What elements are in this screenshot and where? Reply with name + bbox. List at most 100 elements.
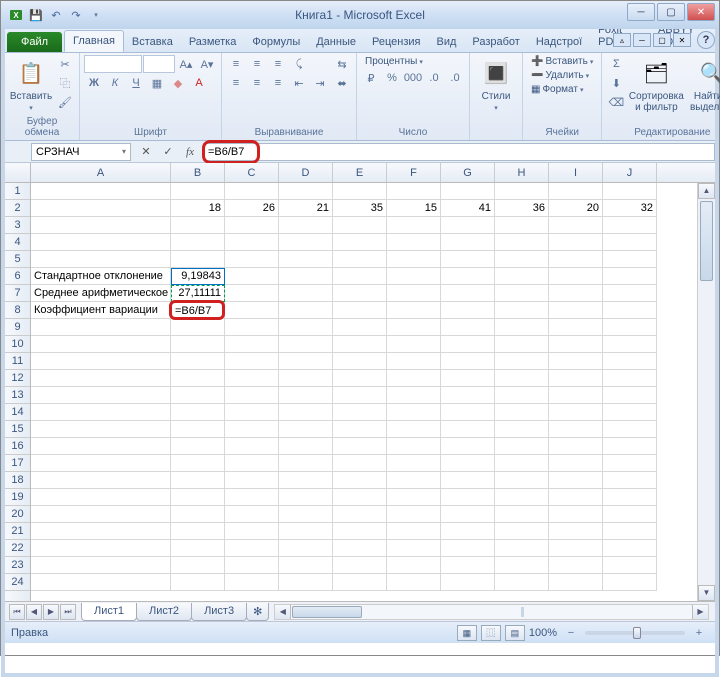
comma-icon[interactable]: 000 xyxy=(403,69,423,87)
tab-developer[interactable]: Разработ xyxy=(464,32,527,52)
row-header-8[interactable]: 8 xyxy=(5,302,30,319)
cell[interactable]: 15 xyxy=(387,200,441,217)
cell[interactable] xyxy=(333,183,387,200)
cell[interactable] xyxy=(549,523,603,540)
row-header-22[interactable]: 22 xyxy=(5,540,30,557)
row-header-14[interactable]: 14 xyxy=(5,404,30,421)
cell[interactable] xyxy=(171,370,225,387)
cell[interactable]: 21 xyxy=(279,200,333,217)
cell[interactable] xyxy=(495,506,549,523)
col-header-J[interactable]: J xyxy=(603,163,657,182)
underline-button[interactable]: Ч xyxy=(126,74,146,92)
cell[interactable] xyxy=(333,319,387,336)
fill-color-icon[interactable]: ◆ xyxy=(168,74,188,92)
cell[interactable] xyxy=(387,370,441,387)
paste-button[interactable]: 📋 Вставить ▾ xyxy=(9,55,53,114)
next-sheet-icon[interactable]: ▶ xyxy=(43,604,59,620)
cell[interactable] xyxy=(603,353,657,370)
cell[interactable] xyxy=(171,438,225,455)
cell[interactable]: 35 xyxy=(333,200,387,217)
cell[interactable] xyxy=(441,557,495,574)
cell[interactable] xyxy=(441,421,495,438)
fx-icon[interactable]: fx xyxy=(181,143,199,161)
cell[interactable] xyxy=(387,268,441,285)
cell[interactable] xyxy=(333,557,387,574)
cell[interactable] xyxy=(171,574,225,591)
cell[interactable] xyxy=(495,540,549,557)
cell[interactable] xyxy=(279,489,333,506)
cell[interactable]: Коэффициент вариации xyxy=(31,302,171,319)
cell[interactable] xyxy=(279,438,333,455)
cell[interactable] xyxy=(225,302,279,319)
cell[interactable] xyxy=(549,574,603,591)
cell[interactable] xyxy=(225,506,279,523)
cell[interactable] xyxy=(171,404,225,421)
cell[interactable] xyxy=(603,336,657,353)
cell[interactable] xyxy=(549,217,603,234)
cell[interactable] xyxy=(225,489,279,506)
cell[interactable] xyxy=(333,336,387,353)
cell[interactable] xyxy=(279,421,333,438)
tab-home[interactable]: Главная xyxy=(64,30,124,52)
cell[interactable] xyxy=(549,319,603,336)
name-box[interactable]: СРЗНАЧ ▾ xyxy=(31,143,131,161)
formula-input[interactable]: =B6/B7 xyxy=(203,143,715,161)
cell[interactable] xyxy=(31,251,171,268)
cell[interactable] xyxy=(387,421,441,438)
cell[interactable] xyxy=(603,387,657,404)
zoom-thumb[interactable] xyxy=(633,627,641,639)
row-header-15[interactable]: 15 xyxy=(5,421,30,438)
font-size-select[interactable] xyxy=(143,55,175,73)
cell[interactable] xyxy=(387,251,441,268)
cell[interactable] xyxy=(441,506,495,523)
tab-insert[interactable]: Вставка xyxy=(124,32,181,52)
col-header-A[interactable]: A xyxy=(31,163,171,182)
row-header-23[interactable]: 23 xyxy=(5,557,30,574)
cell[interactable] xyxy=(441,540,495,557)
cell[interactable] xyxy=(31,421,171,438)
cell[interactable] xyxy=(603,557,657,574)
cell[interactable] xyxy=(225,285,279,302)
cell[interactable] xyxy=(225,540,279,557)
bold-button[interactable]: Ж xyxy=(84,74,104,92)
cell[interactable] xyxy=(171,506,225,523)
cell[interactable] xyxy=(225,251,279,268)
chevron-down-icon[interactable]: ▾ xyxy=(122,147,126,156)
tab-addins[interactable]: Надстрої xyxy=(528,32,590,52)
cell[interactable] xyxy=(495,251,549,268)
cell[interactable] xyxy=(441,183,495,200)
cell[interactable] xyxy=(31,472,171,489)
tab-view[interactable]: Вид xyxy=(428,32,464,52)
cell[interactable]: 9,19843 xyxy=(171,268,225,285)
styles-button[interactable]: 🔳 Стили ▾ xyxy=(474,55,518,114)
cell[interactable] xyxy=(387,574,441,591)
cell[interactable] xyxy=(333,489,387,506)
align-right-icon[interactable]: ≡ xyxy=(268,74,288,92)
cell[interactable] xyxy=(495,438,549,455)
merge-icon[interactable]: ⬌ xyxy=(332,74,352,92)
cell[interactable] xyxy=(171,472,225,489)
cell[interactable] xyxy=(171,336,225,353)
row-header-17[interactable]: 17 xyxy=(5,455,30,472)
cell[interactable] xyxy=(495,285,549,302)
wb-restore-button[interactable]: ▢ xyxy=(653,33,671,47)
cell[interactable] xyxy=(225,387,279,404)
cell[interactable] xyxy=(31,183,171,200)
cell[interactable] xyxy=(387,336,441,353)
cell[interactable] xyxy=(171,234,225,251)
cell[interactable] xyxy=(387,523,441,540)
cell[interactable] xyxy=(603,472,657,489)
cell[interactable] xyxy=(495,387,549,404)
decrease-decimal-icon[interactable]: .0 xyxy=(445,69,465,87)
cell[interactable] xyxy=(171,319,225,336)
cell[interactable] xyxy=(171,489,225,506)
qat-customize-icon[interactable]: ▾ xyxy=(87,6,105,24)
cell[interactable] xyxy=(549,438,603,455)
cell[interactable] xyxy=(225,421,279,438)
cell[interactable] xyxy=(279,404,333,421)
cell[interactable] xyxy=(387,489,441,506)
increase-decimal-icon[interactable]: .0 xyxy=(424,69,444,87)
cell[interactable] xyxy=(225,336,279,353)
cell[interactable] xyxy=(333,302,387,319)
font-family-select[interactable] xyxy=(84,55,142,73)
